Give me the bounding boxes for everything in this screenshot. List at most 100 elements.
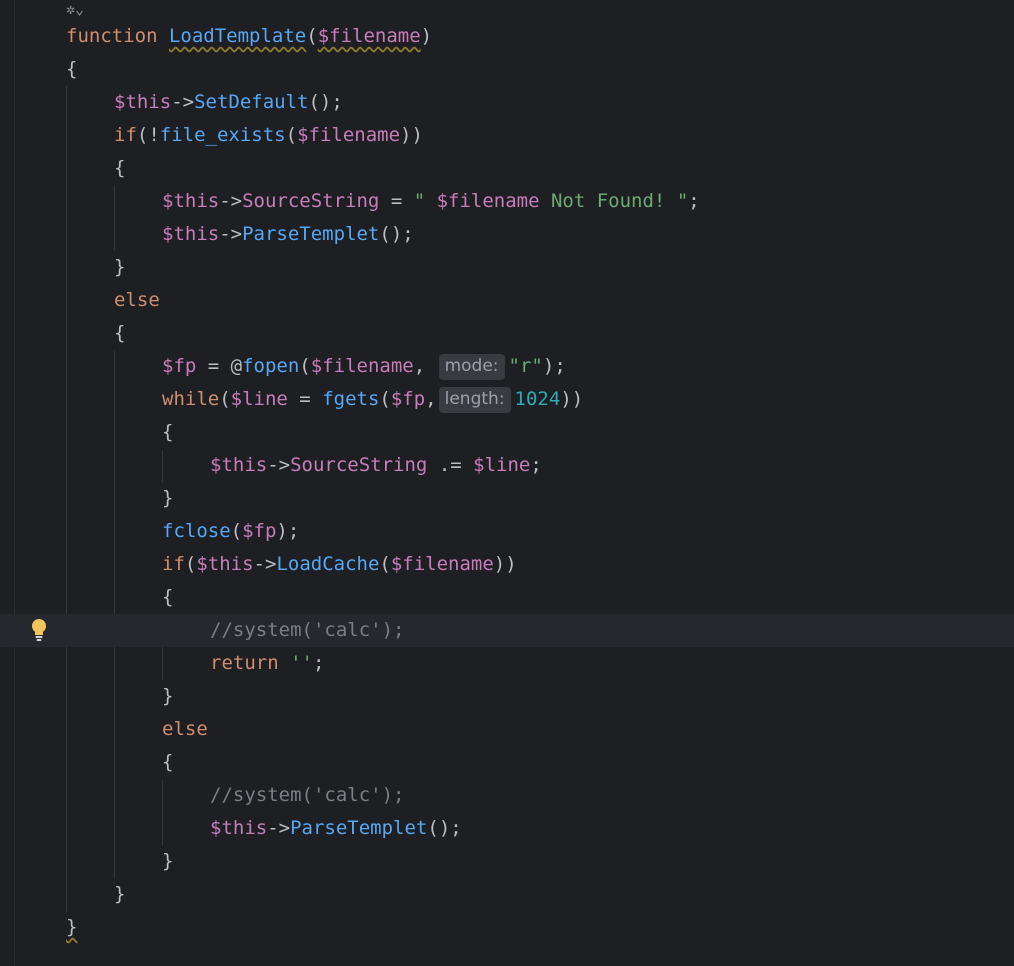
- code-line[interactable]: {: [0, 152, 1014, 185]
- code-token: }: [162, 487, 174, 509]
- code-token: $filename: [310, 355, 414, 377]
- code-token: )): [493, 553, 517, 575]
- code-line[interactable]: $this->ParseTemplet();: [0, 812, 1014, 845]
- code-line[interactable]: }: [0, 878, 1014, 911]
- code-token: LoadTemplate: [168, 25, 307, 47]
- code-line[interactable]: {: [0, 317, 1014, 350]
- code-token: (: [379, 553, 391, 575]
- code-token: $this: [210, 454, 268, 476]
- code-token: else: [162, 718, 208, 740]
- code-token: ;: [312, 652, 325, 674]
- code-token: }: [162, 685, 174, 707]
- code-token: function: [66, 25, 158, 47]
- code-token: ;: [530, 454, 542, 476]
- code-line[interactable]: }: [0, 680, 1014, 713]
- code-token: $this: [210, 817, 268, 839]
- code-token: }: [114, 256, 126, 278]
- code-token: );: [276, 520, 300, 542]
- code-line[interactable]: fclose($fp);: [0, 515, 1014, 548]
- code-line[interactable]: {: [0, 53, 1014, 86]
- code-line[interactable]: }: [0, 911, 1014, 944]
- code-line[interactable]: else: [0, 713, 1014, 746]
- code-line[interactable]: if(!file_exists($filename)): [0, 119, 1014, 152]
- code-token: ->: [253, 553, 277, 575]
- parameter-hint: length:: [438, 387, 511, 413]
- code-token: ,: [413, 355, 437, 377]
- code-token: '': [290, 652, 313, 674]
- code-token: while: [162, 388, 220, 410]
- code-token: $this: [162, 190, 220, 212]
- code-token: SourceString: [242, 190, 380, 212]
- code-line[interactable]: function LoadTemplate($filename): [0, 20, 1014, 53]
- code-token: )): [560, 388, 584, 410]
- code-token: $filename: [317, 25, 421, 47]
- code-token: (: [219, 388, 231, 410]
- code-token: {: [114, 322, 126, 344]
- code-token: ,: [425, 388, 437, 410]
- code-editor[interactable]: function LoadTemplate($filename) { $this…: [0, 0, 1014, 966]
- code-token: 1024: [514, 388, 561, 410]
- code-token: }: [162, 850, 174, 872]
- code-line[interactable]: $this->SourceString .= $line;: [0, 449, 1014, 482]
- code-token: {: [162, 751, 174, 773]
- code-token: SetDefault: [194, 91, 309, 113]
- code-line[interactable]: $this->SetDefault();: [0, 86, 1014, 119]
- code-token: ();: [427, 817, 462, 839]
- code-token: {: [162, 586, 174, 608]
- code-token: {: [162, 421, 174, 443]
- code-token: (: [184, 553, 197, 575]
- code-token: ();: [308, 91, 343, 113]
- code-token: SourceString: [290, 454, 428, 476]
- code-token: =: [287, 388, 323, 410]
- code-token: ": [676, 190, 689, 212]
- code-token: ->: [267, 454, 291, 476]
- code-token: $filename: [436, 190, 540, 212]
- code-token: file_exists: [159, 124, 286, 146]
- code-line[interactable]: }: [0, 845, 1014, 878]
- code-token: (: [306, 25, 318, 47]
- code-line[interactable]: //system('calc');: [0, 779, 1014, 812]
- code-token: $fp: [242, 520, 277, 542]
- code-line[interactable]: {: [0, 581, 1014, 614]
- code-token: ): [420, 25, 433, 47]
- code-line[interactable]: {: [0, 416, 1014, 449]
- code-line[interactable]: return '';: [0, 647, 1014, 680]
- code-token: ParseTemplet: [242, 223, 380, 245]
- code-token: (: [299, 355, 311, 377]
- code-line[interactable]: $this->ParseTemplet();: [0, 218, 1014, 251]
- code-token: Not Found!: [539, 190, 677, 212]
- code-token: .=: [427, 454, 474, 476]
- code-line[interactable]: $this->SourceString = " $filename Not Fo…: [0, 185, 1014, 218]
- code-token: $this: [162, 223, 220, 245]
- code-token: $fp: [162, 355, 197, 377]
- code-line[interactable]: while($line = fgets($fp, length: 1024)): [0, 383, 1014, 416]
- code-line[interactable]: }: [0, 482, 1014, 515]
- code-line[interactable]: if($this->LoadCache($filename)): [0, 548, 1014, 581]
- code-token: (: [230, 520, 243, 542]
- code-line-current[interactable]: //system('calc');: [0, 614, 1014, 647]
- code-token: (: [379, 388, 391, 410]
- code-token: $line: [473, 454, 531, 476]
- code-token: $fp: [390, 388, 426, 410]
- code-token: ": [413, 190, 437, 212]
- code-token: $filename: [297, 124, 401, 146]
- lightbulb-icon[interactable]: [30, 618, 48, 642]
- code-token: "r": [508, 355, 543, 377]
- code-token: (: [285, 124, 298, 146]
- code-token: ;: [688, 190, 700, 212]
- code-token: (!: [136, 124, 160, 146]
- code-line[interactable]: else: [0, 284, 1014, 317]
- code-line[interactable]: {: [0, 746, 1014, 779]
- code-line[interactable]: }: [0, 251, 1014, 284]
- code-token: }: [114, 883, 126, 905]
- code-token: if: [114, 124, 137, 146]
- code-token: fopen: [242, 355, 300, 377]
- code-token: =: [379, 190, 414, 212]
- code-token: ();: [379, 223, 414, 245]
- code-line[interactable]: $fp = @fopen($filename, mode: "r");: [0, 350, 1014, 383]
- code-token: }: [66, 916, 78, 938]
- code-token: {: [114, 157, 126, 179]
- code-token: ->: [219, 223, 243, 245]
